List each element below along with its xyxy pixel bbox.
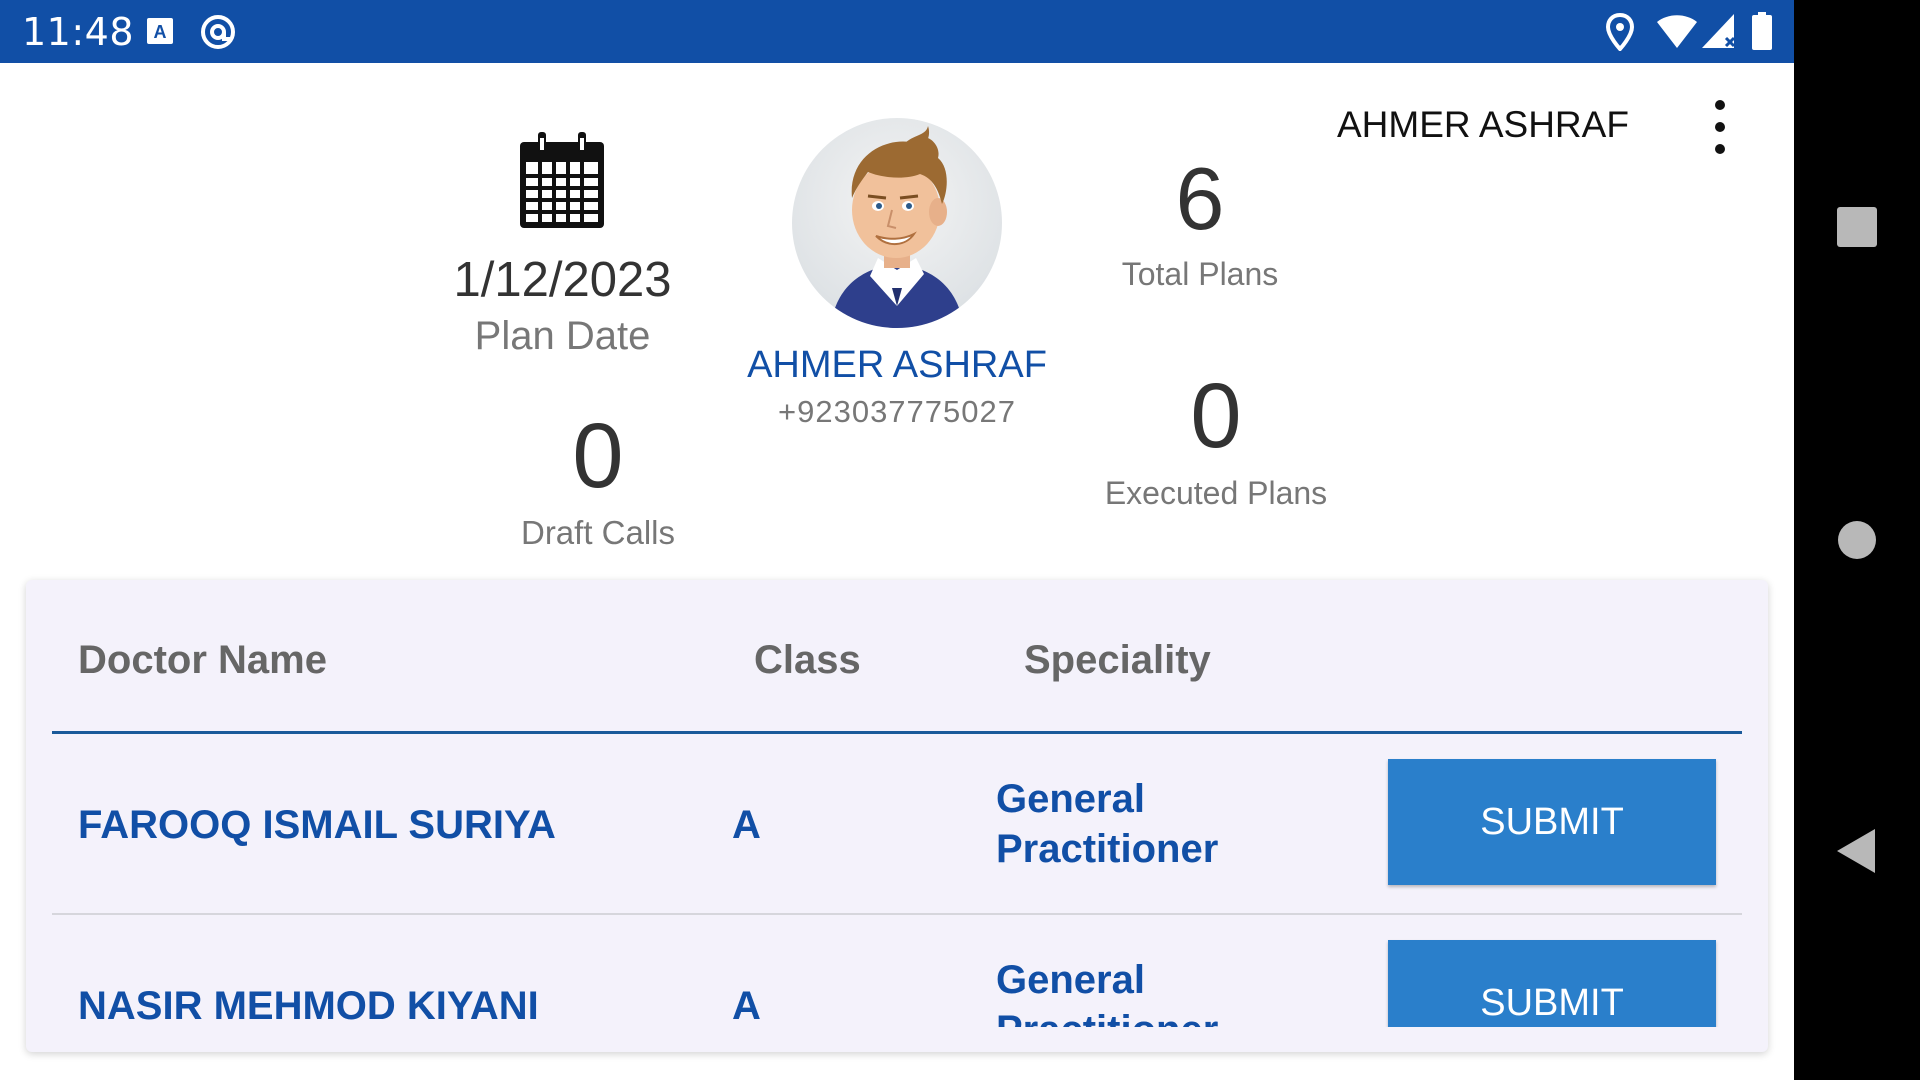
plan-date-value: 1/12/2023 xyxy=(453,253,672,307)
class-cell: A xyxy=(732,984,761,1027)
wifi-icon xyxy=(1656,12,1698,55)
app-screen: 11:48 A AHMER ASHRAF 1/12/2023 Plan Date… xyxy=(0,0,1794,1080)
speciality-cell: General Practitioner xyxy=(996,958,1218,1027)
table-header: Doctor Name Class Speciality xyxy=(26,580,1768,734)
more-vert-icon[interactable] xyxy=(1700,96,1740,158)
total-plans-label: Total Plans xyxy=(1121,256,1279,292)
header-user-name: AHMER ASHRAF xyxy=(1337,104,1629,145)
a-notification-icon: A xyxy=(146,17,174,50)
speciality-cell: General Practitioner xyxy=(996,777,1219,871)
column-header-speciality: Speciality xyxy=(1024,638,1211,682)
doctor-name-cell: FAROOQ ISMAIL SURIYA xyxy=(78,803,556,847)
plan-date-label: Plan Date xyxy=(474,314,651,358)
submit-button[interactable]: SUBMIT xyxy=(1388,940,1716,1027)
table-row[interactable]: FAROOQ ISMAIL SURIYA A General Practitio… xyxy=(26,734,1768,915)
executed-plans-label: Executed Plans xyxy=(1104,475,1328,511)
submit-button[interactable]: SUBMIT xyxy=(1388,759,1716,885)
location-icon xyxy=(1605,12,1635,56)
column-header-class: Class xyxy=(754,638,861,682)
at-sign-icon xyxy=(199,13,237,56)
recents-icon[interactable] xyxy=(1794,164,1920,290)
doctor-table: Doctor Name Class Speciality FAROOQ ISMA… xyxy=(26,580,1768,1052)
home-icon[interactable] xyxy=(1794,477,1920,603)
status-time: 11:48 xyxy=(22,10,135,54)
profile-phone: +923037775027 xyxy=(778,394,1016,429)
column-header-doctor-name: Doctor Name xyxy=(78,638,327,682)
back-icon[interactable] xyxy=(1794,788,1920,914)
table-row[interactable]: NASIR MEHMOD KIYANI A General Practition… xyxy=(26,915,1768,1027)
doctor-name-cell: NASIR MEHMOD KIYANI xyxy=(78,984,539,1027)
draft-calls-count: 0 xyxy=(572,405,624,507)
total-plans-count: 6 xyxy=(1175,149,1225,248)
class-cell: A xyxy=(732,803,761,847)
signal-icon xyxy=(1700,12,1736,55)
table-body[interactable]: FAROOQ ISMAIL SURIYA A General Practitio… xyxy=(26,734,1768,1027)
status-bar: 11:48 A xyxy=(0,0,1794,63)
avatar[interactable] xyxy=(792,118,1002,328)
battery-icon xyxy=(1752,12,1772,55)
profile-name: AHMER ASHRAF xyxy=(747,344,1047,386)
navigation-bar xyxy=(1794,0,1920,1080)
svg-text:A: A xyxy=(154,22,167,42)
executed-plans-count: 0 xyxy=(1190,365,1242,467)
calendar-icon xyxy=(516,128,608,237)
draft-calls-label: Draft Calls xyxy=(520,514,676,551)
